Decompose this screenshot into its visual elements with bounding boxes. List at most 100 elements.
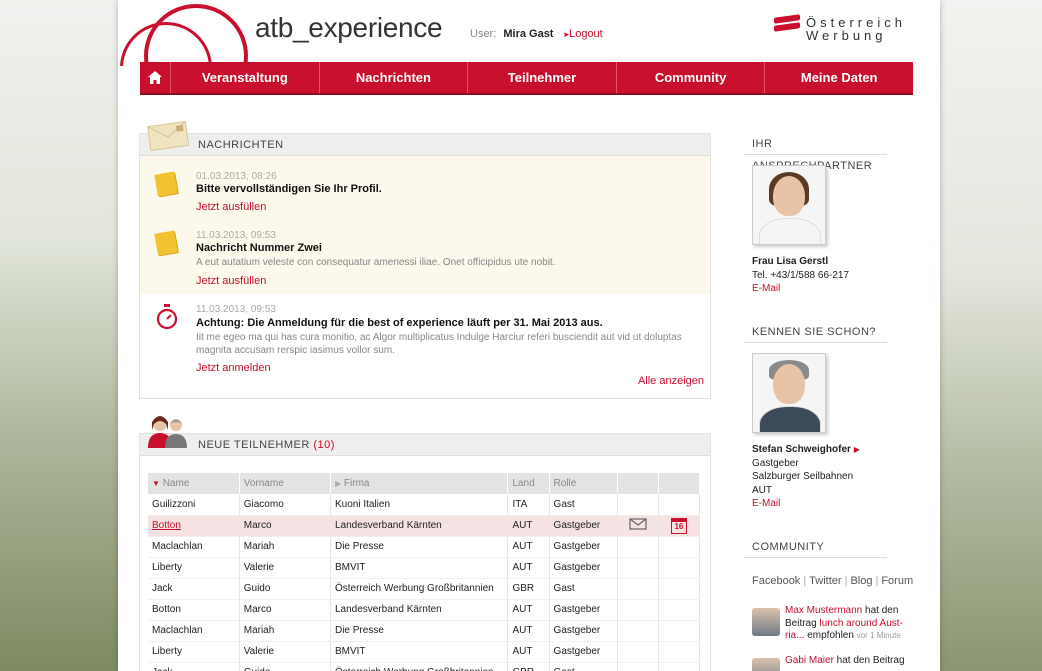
calendar-icon[interactable]: 16 xyxy=(670,517,687,534)
message-title: Bitte vervollständigen Sie Ihr Profil. xyxy=(196,183,382,195)
site-title[interactable]: atb_experience xyxy=(255,12,443,44)
cell-name: Liberty xyxy=(148,557,240,579)
col-header-mail xyxy=(617,473,659,494)
cell-rolle: Gastgeber xyxy=(549,515,618,537)
cell-vorname: Mariah xyxy=(239,536,331,558)
oesterreich-werbung-logo[interactable]: Österreich Werbung xyxy=(774,14,924,46)
nav-nachrichten[interactable]: Nachrichten xyxy=(320,62,469,93)
feed-time: vor 1 Minute xyxy=(856,631,901,640)
messages-title: NACHRICHTEN xyxy=(198,139,284,151)
message-item: 01.03.2013, 08:26 Bitte vervollständigen… xyxy=(140,156,710,213)
avatar[interactable] xyxy=(752,608,780,636)
cell-rolle: Gastgeber xyxy=(549,536,618,558)
participant-link[interactable]: Botton xyxy=(152,520,181,531)
message-title: Achtung: Die Anmeldung für die best of e… xyxy=(196,317,603,329)
contact-details: Frau Lisa Gerstl Tel. +43/1/588 66-217 E… xyxy=(752,255,849,296)
blog-link[interactable]: Blog xyxy=(850,575,872,587)
suggest-email-link[interactable]: E-Mail xyxy=(752,497,860,511)
cell-firma: Landesverband Kärnten xyxy=(330,515,509,537)
community-heading: COMMUNITY xyxy=(744,536,887,558)
table-row[interactable]: Botton Marco Landesverband Kärnten AUT Gastg… xyxy=(148,599,701,621)
suggest-details: Stefan Schweighofer ▶ Gastgeber Salzburg… xyxy=(752,444,860,511)
table-row[interactable]: Liberty Valerie BMVIT AUT Gastgeber xyxy=(148,557,701,579)
suggest-name[interactable]: Stefan Schweighofer xyxy=(752,444,851,455)
envelope-icon xyxy=(147,120,190,152)
nav-community[interactable]: Community xyxy=(617,62,766,93)
suggest-company: Salzburger Seilbahnen xyxy=(752,471,854,482)
col-header-name[interactable]: ▼ Name xyxy=(148,473,240,494)
cell-vorname: Valerie xyxy=(239,641,331,663)
page: atb_experience User: Mira Gast Logout Ös… xyxy=(118,0,940,671)
table-row[interactable]: Maclachlan Mariah Die Presse AUT Gastgeber xyxy=(148,620,701,642)
table-row[interactable]: JackGuidoÖsterreich Werbung Großbritanni… xyxy=(148,662,701,671)
col-header-calendar xyxy=(658,473,701,494)
cell-rolle: Gast xyxy=(549,662,618,671)
logo-arc xyxy=(120,4,250,66)
message-title: Nachricht Nummer Zwei xyxy=(196,242,322,254)
main-nav: Veranstaltung Nachrichten Teilnehmer Com… xyxy=(140,62,913,95)
community-links: Facebook | Twitter | Blog | Forum xyxy=(752,575,914,587)
table-row-selected[interactable]: Botton Marco Landesverband Kärnten AUT Gastg… xyxy=(148,515,701,537)
forum-link[interactable]: Forum xyxy=(881,575,913,587)
nav-meine-daten[interactable]: Meine Daten xyxy=(765,62,913,93)
cell-name: Jack xyxy=(148,662,240,671)
cell-rolle: Gastgeber xyxy=(549,599,618,621)
message-item: 11.03.2013, 09:53 Nachricht Nummer Zwei … xyxy=(140,211,710,294)
note-icon xyxy=(154,171,178,197)
table-row[interactable]: Liberty Valerie BMVIT AUT Gastgeber xyxy=(148,641,701,663)
message-action-link[interactable]: Jetzt ausfüllen xyxy=(196,275,266,287)
message-action-link[interactable]: Jetzt anmelden xyxy=(196,362,271,374)
user-bar: User: Mira Gast Logout xyxy=(470,28,603,40)
suggest-heading: KENNEN SIE SCHON? xyxy=(744,321,887,343)
nav-veranstaltung[interactable]: Veranstaltung xyxy=(171,62,320,93)
cell-name: Botton xyxy=(148,599,240,621)
background-left xyxy=(0,0,118,671)
stopwatch-icon xyxy=(156,304,178,330)
col-header-rolle[interactable]: Rolle xyxy=(549,473,618,494)
cell-name[interactable]: Botton xyxy=(148,515,240,537)
col-header-vorname[interactable]: Vorname xyxy=(239,473,331,494)
cell-land: GBR xyxy=(507,662,550,671)
participants-title: NEUE TEILNEHMER xyxy=(198,439,310,451)
col-header-land[interactable]: Land xyxy=(507,473,550,494)
nav-teilnehmer[interactable]: Teilnehmer xyxy=(468,62,617,93)
cell-land: AUT xyxy=(507,536,550,558)
facebook-link[interactable]: Facebook xyxy=(752,575,800,587)
cell-vorname: Marco xyxy=(239,515,331,537)
cell-vorname: Giacomo xyxy=(239,494,331,516)
show-all-link[interactable]: Alle anzeigen xyxy=(638,375,704,387)
message-body: Iit me egeo ma qui has cura monitio, ac … xyxy=(196,332,682,356)
twitter-link[interactable]: Twitter xyxy=(809,575,841,587)
cell-firma: Die Presse xyxy=(330,620,509,642)
cell-firma: Österreich Werbung Großbritannien xyxy=(330,662,509,671)
table-row[interactable]: JackGuidoÖsterreich Werbung Großbritanni… xyxy=(148,578,701,600)
cell-land: AUT xyxy=(507,620,550,642)
cell-vorname: Guido xyxy=(239,578,331,600)
cell-firma: BMVIT xyxy=(330,641,509,663)
message-date: 01.03.2013, 08:26 xyxy=(196,171,277,182)
mail-icon[interactable] xyxy=(629,518,647,530)
feed-user-link[interactable]: Max Mustermann xyxy=(785,605,862,616)
cell-name: Maclachlan xyxy=(148,620,240,642)
cell-rolle: Gast xyxy=(549,578,618,600)
cell-rolle: Gastgeber xyxy=(549,641,618,663)
brand-line2: Werbung xyxy=(806,28,887,43)
flag-icon xyxy=(774,14,800,36)
contact-name: Frau Lisa Gerstl xyxy=(752,256,829,267)
cell-vorname: Marco xyxy=(239,599,331,621)
col-header-firma[interactable]: ▶ Firma xyxy=(330,473,509,494)
logout-link[interactable]: Logout xyxy=(565,28,603,40)
participants-panel: NEUE TEILNEHMER (10) ▼ Name Vorname ▶ Fi… xyxy=(139,416,711,671)
home-button[interactable] xyxy=(140,62,171,93)
user-name: Mira Gast xyxy=(503,28,554,40)
contact-phone: Tel. +43/1/588 66-217 xyxy=(752,269,850,281)
cell-vorname: Valerie xyxy=(239,557,331,579)
cell-land: ITA xyxy=(507,494,550,516)
cell-land: AUT xyxy=(507,515,550,537)
feed-user-link[interactable]: Gabi Maier xyxy=(785,655,834,666)
avatar[interactable] xyxy=(752,658,780,671)
table-row[interactable]: Maclachlan Mariah Die Presse AUT Gastgeber xyxy=(148,536,701,558)
table-row[interactable]: Guilizzoni Giacomo Kuoni Italien ITA Gast xyxy=(148,494,701,516)
note-icon xyxy=(154,230,178,256)
contact-email-link[interactable]: E-Mail xyxy=(752,282,849,296)
